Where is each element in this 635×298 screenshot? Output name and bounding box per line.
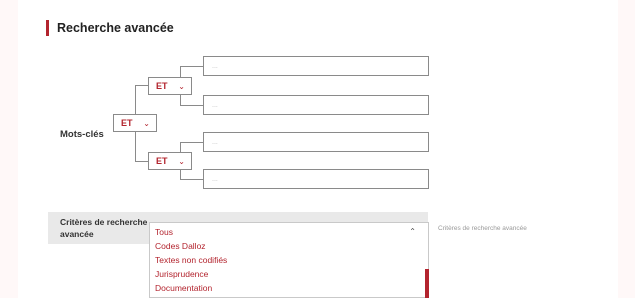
tree-connector — [180, 179, 204, 180]
chevron-up-icon[interactable]: ⌃ — [409, 227, 416, 236]
dropdown-scrollbar[interactable] — [425, 269, 429, 298]
dropdown-option[interactable]: Jurisprudence — [155, 269, 208, 279]
bottom-operator-select[interactable]: ET ⌄ — [148, 152, 192, 170]
keyword-input-1[interactable]: ... — [203, 56, 429, 76]
tree-connector — [180, 66, 204, 67]
page-title: Recherche avancée — [57, 21, 174, 35]
dropdown-option[interactable]: Textes non codifiés — [155, 255, 227, 265]
criteria-dropdown[interactable]: ⌃ Tous Codes Dalloz Textes non codifiés … — [149, 222, 429, 298]
keyword-input-placeholder: ... — [212, 62, 218, 70]
chevron-down-icon: ⌄ — [178, 156, 185, 166]
root-operator-select[interactable]: ET ⌄ — [113, 114, 157, 132]
keyword-input-placeholder: ... — [212, 175, 218, 183]
tree-connector — [135, 161, 148, 162]
dropdown-option[interactable]: Documentation — [155, 283, 212, 293]
top-operator-value: ET — [156, 81, 168, 91]
criteria-side-hint: Critères de recherche avancée — [438, 225, 527, 232]
top-operator-select[interactable]: ET ⌄ — [148, 77, 192, 95]
keyword-input-placeholder: ... — [212, 101, 218, 109]
keyword-input-3[interactable]: ... — [203, 132, 429, 152]
tree-connector — [135, 85, 148, 86]
tree-connector — [180, 105, 204, 106]
dropdown-option[interactable]: Codes Dalloz — [155, 241, 206, 251]
root-operator-value: ET — [121, 118, 133, 128]
dropdown-option[interactable]: Tous — [155, 227, 173, 237]
page-title-wrap: Recherche avancée — [46, 20, 174, 36]
tree-connector — [180, 142, 204, 143]
chevron-down-icon: ⌄ — [178, 81, 185, 91]
keyword-input-4[interactable]: ... — [203, 169, 429, 189]
chevron-down-icon: ⌄ — [143, 118, 150, 128]
bottom-operator-value: ET — [156, 156, 168, 166]
keywords-label: Mots-clés — [60, 129, 104, 140]
keyword-input-placeholder: ... — [212, 138, 218, 146]
title-accent-bar — [46, 20, 49, 36]
criteria-label: Critères de recherche avancée — [60, 217, 148, 239]
keyword-input-2[interactable]: ... — [203, 95, 429, 115]
